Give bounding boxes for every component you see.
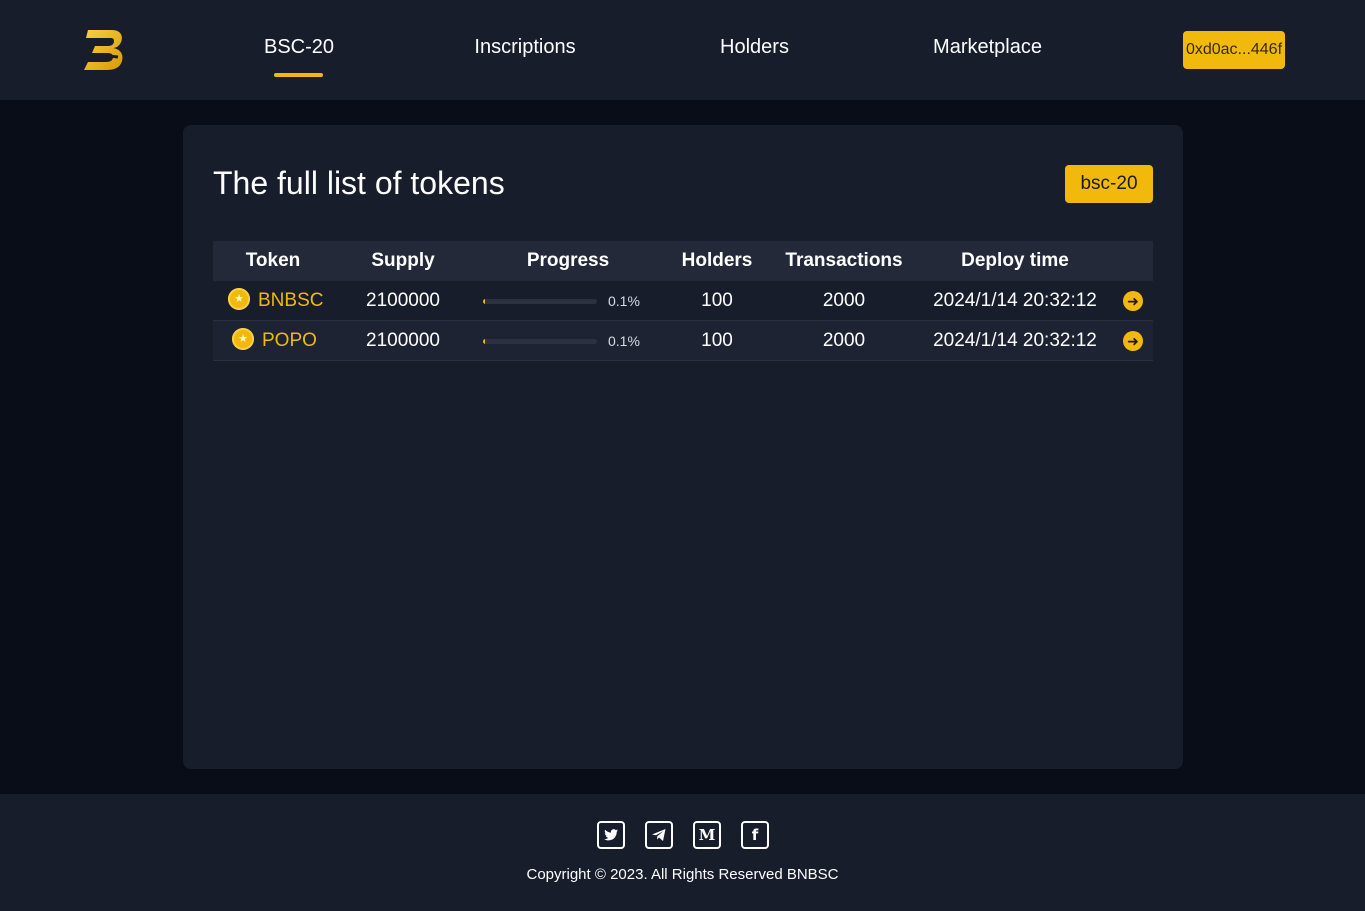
holders-cell: 100 bbox=[701, 330, 733, 351]
nav-bsc20[interactable]: BSC-20 bbox=[264, 36, 334, 66]
nav-holders[interactable]: Holders bbox=[716, 36, 793, 66]
facebook-icon[interactable]: f bbox=[741, 821, 769, 849]
progress-bar-fill bbox=[483, 299, 485, 304]
token-name[interactable]: POPO bbox=[262, 330, 317, 351]
holders-cell: 100 bbox=[701, 290, 733, 311]
supply-cell: 2100000 bbox=[366, 330, 440, 351]
page-title: The full list of tokens bbox=[213, 165, 505, 201]
arrow-right-icon[interactable]: ➜ bbox=[1123, 291, 1143, 311]
column-header-token: Token bbox=[245, 250, 301, 271]
supply-cell: 2100000 bbox=[366, 290, 440, 311]
column-header-supply: Supply bbox=[371, 250, 435, 271]
logo-icon[interactable] bbox=[78, 26, 130, 74]
token-list-panel: The full list of tokens bsc-20 Token Sup… bbox=[183, 125, 1183, 769]
wallet-address-button[interactable]: 0xd0ac...446f bbox=[1183, 31, 1285, 69]
nav-inscriptions[interactable]: Inscriptions bbox=[468, 36, 582, 66]
medium-icon[interactable]: M bbox=[693, 821, 721, 849]
top-navbar: BSC-20 Inscriptions Holders Marketplace … bbox=[0, 0, 1365, 100]
progress-bar-fill bbox=[483, 339, 485, 344]
progress-label: 0.1% bbox=[608, 333, 640, 349]
deploy-time-cell: 2024/1/14 20:32:12 bbox=[933, 330, 1097, 351]
column-header-progress: Progress bbox=[526, 250, 610, 271]
progress-label: 0.1% bbox=[608, 293, 640, 309]
deploy-time-cell: 2024/1/14 20:32:12 bbox=[933, 290, 1097, 311]
nav-active-indicator bbox=[274, 73, 323, 77]
protocol-filter-button[interactable]: bsc-20 bbox=[1065, 165, 1153, 203]
table-header: Token Supply Progress Holders Transactio… bbox=[213, 241, 1153, 281]
progress-bar bbox=[483, 339, 597, 344]
nav-marketplace[interactable]: Marketplace bbox=[927, 36, 1048, 66]
footer: M f Copyright © 2023. All Rights Reserve… bbox=[0, 794, 1365, 911]
token-coin-icon bbox=[228, 287, 250, 310]
telegram-icon[interactable] bbox=[645, 821, 673, 849]
column-header-holders: Holders bbox=[681, 250, 753, 271]
column-header-deploy-time: Deploy time bbox=[961, 250, 1069, 271]
progress-bar bbox=[483, 299, 597, 304]
column-header-transactions: Transactions bbox=[785, 250, 903, 271]
transactions-cell: 2000 bbox=[822, 290, 866, 311]
token-table: Token Supply Progress Holders Transactio… bbox=[213, 241, 1153, 361]
twitter-icon[interactable] bbox=[597, 821, 625, 849]
token-name[interactable]: BNBSC bbox=[258, 290, 323, 311]
arrow-right-icon[interactable]: ➜ bbox=[1123, 331, 1143, 351]
table-row[interactable]: BNBSC 2100000 0.1% 100 2000 2024/1/14 20… bbox=[213, 281, 1153, 321]
token-cell[interactable]: BNBSC bbox=[228, 281, 348, 321]
copyright-text: Copyright © 2023. All Rights Reserved BN… bbox=[526, 866, 839, 883]
table-row[interactable]: POPO 2100000 0.1% 100 2000 2024/1/14 20:… bbox=[213, 321, 1153, 361]
transactions-cell: 2000 bbox=[822, 330, 866, 351]
token-cell[interactable]: POPO bbox=[232, 321, 352, 361]
token-coin-icon bbox=[232, 327, 254, 350]
